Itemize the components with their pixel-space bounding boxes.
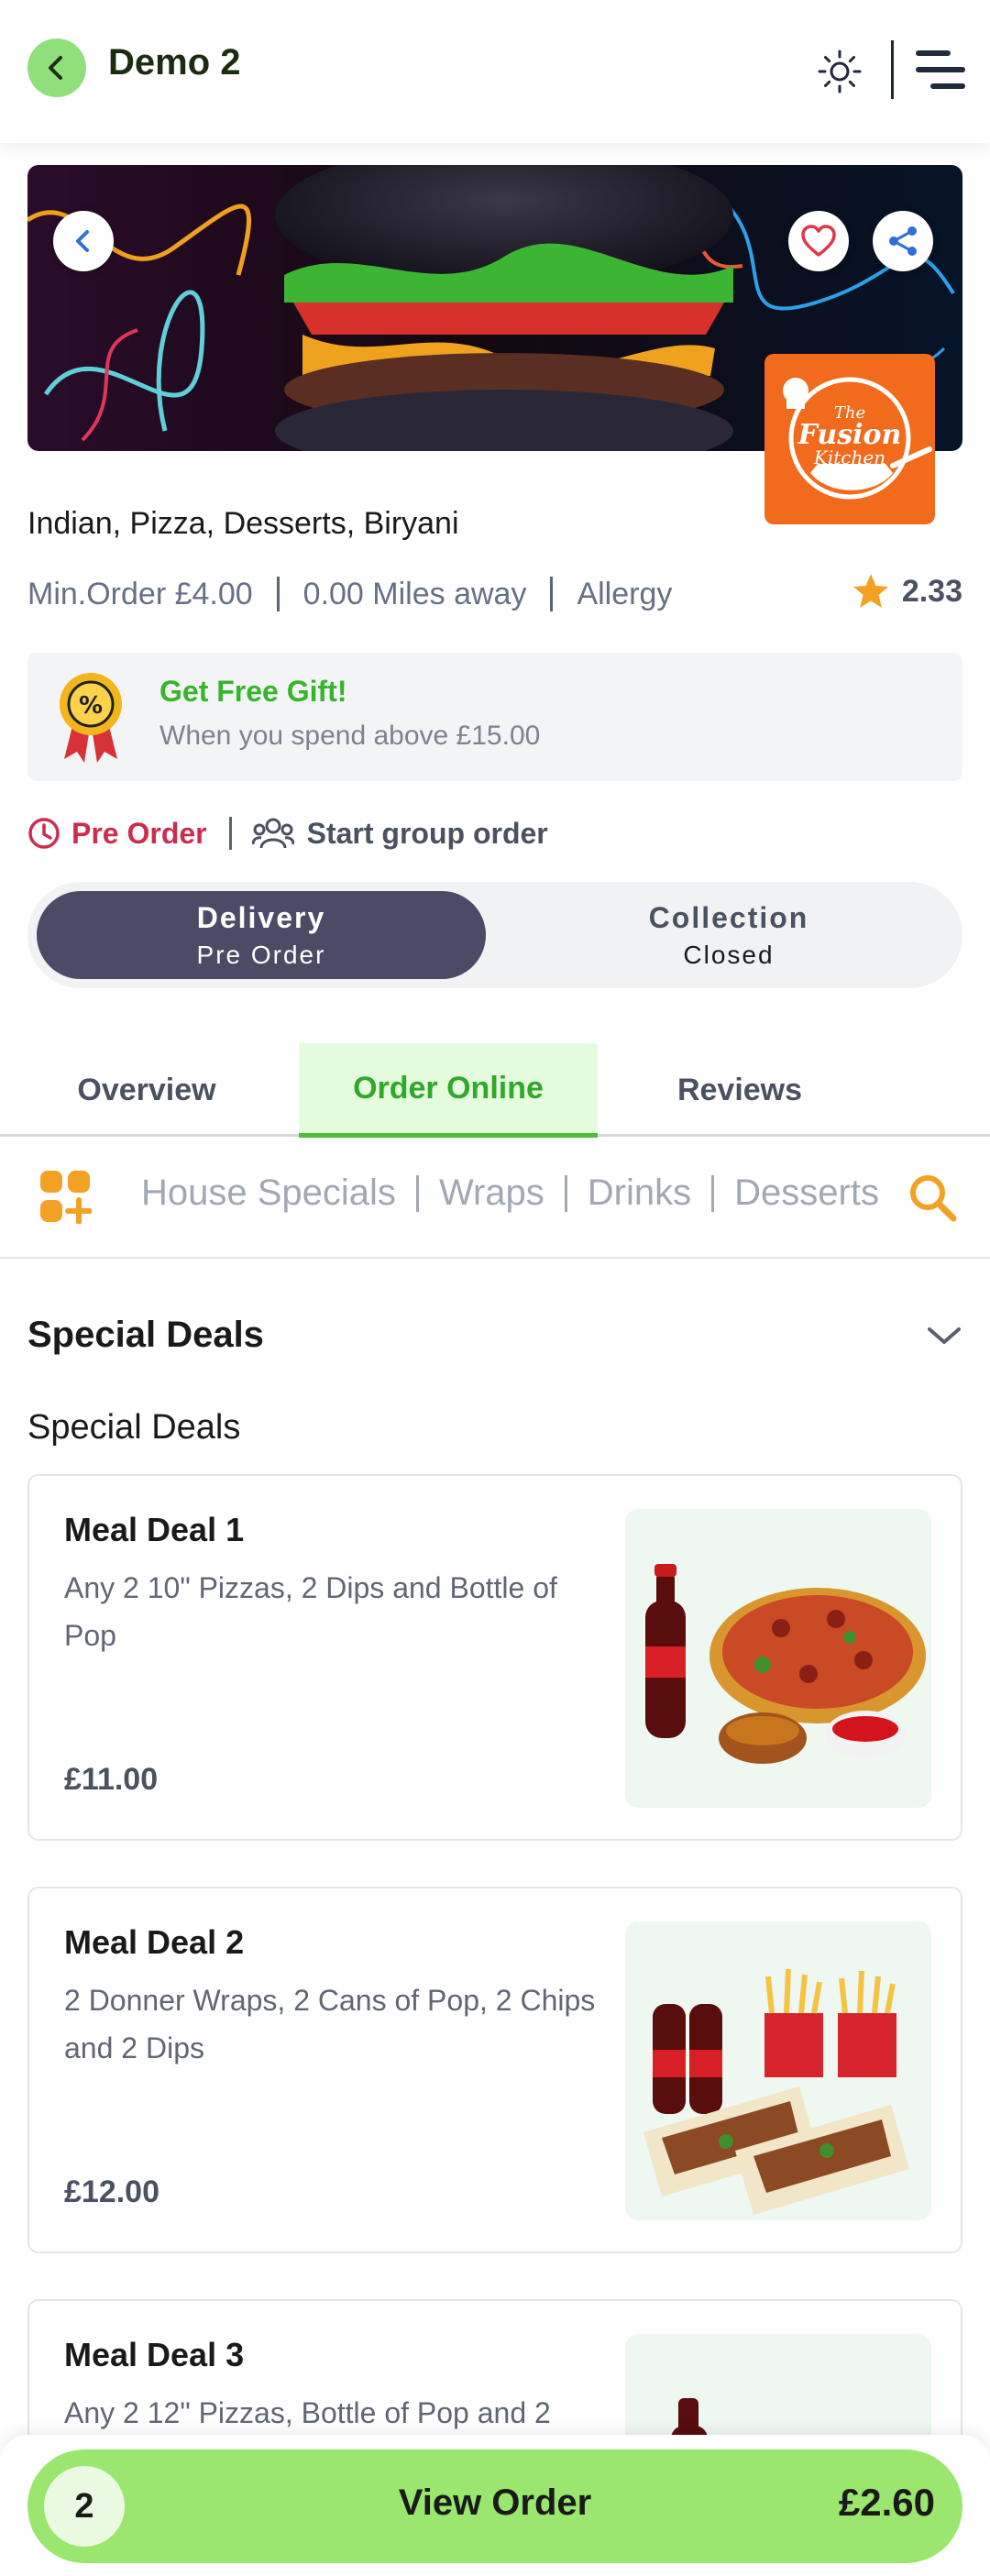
collection-status: Closed <box>683 940 775 969</box>
order-total: £2.60 <box>838 2481 935 2524</box>
menu-item-card[interactable]: Meal Deal 1 Any 2 10" Pizzas, 2 Dips and… <box>28 1474 962 1841</box>
delivery-label: Delivery <box>196 900 326 934</box>
chevron-down-icon[interactable] <box>924 1322 964 1349</box>
view-order-button[interactable]: 2 View Order £2.60 <box>28 2449 962 2563</box>
item-price: £11.00 <box>64 1762 159 1797</box>
rating[interactable]: 2.33 <box>851 572 962 611</box>
collection-option[interactable]: Collection Closed <box>504 891 953 979</box>
svg-text:Kitchen: Kitchen <box>813 446 886 468</box>
item-name: Meal Deal 1 <box>64 1511 245 1548</box>
clock-icon <box>28 818 60 849</box>
heart-icon <box>801 225 836 257</box>
item-name: Meal Deal 2 <box>64 1923 245 1961</box>
app-header: Demo 2 <box>0 0 990 143</box>
divider <box>228 817 232 850</box>
delivery-status: Pre Order <box>196 940 326 969</box>
distance: 0.00 Miles away <box>302 576 527 611</box>
item-image <box>625 1509 931 1808</box>
item-image <box>625 1921 931 2220</box>
restaurant-logo: The Fusion Kitchen <box>764 354 935 524</box>
allergy-link[interactable]: Allergy <box>577 577 672 612</box>
banner-back-button[interactable] <box>53 211 114 271</box>
section-title: Special Deals <box>28 1315 264 1355</box>
back-button[interactable] <box>28 39 86 97</box>
share-icon <box>889 226 917 256</box>
category-bar: House Specials Wraps Drinks Desserts <box>0 1139 990 1259</box>
tab-overview[interactable]: Overview <box>37 1043 257 1137</box>
tab-reviews[interactable]: Reviews <box>642 1043 838 1137</box>
item-description: Any 2 10" Pizzas, 2 Dips and Bottle of P… <box>64 1571 557 1652</box>
delivery-option[interactable]: Delivery Pre Order <box>37 891 486 979</box>
fusion-kitchen-logo: The Fusion Kitchen <box>783 377 932 500</box>
star-icon <box>852 574 888 608</box>
view-order-label: View Order <box>398 2482 592 2523</box>
tab-order-online[interactable]: Order Online <box>299 1043 598 1138</box>
chevron-left-icon <box>76 230 89 252</box>
restaurant-info-row: Min.Order £4.00 0.00 Miles away Allergy … <box>28 572 962 616</box>
divider <box>564 1174 567 1212</box>
tab-bar: Overview Order Online Reviews <box>0 1043 990 1138</box>
offer-subtitle: When you spend above £15.00 <box>160 721 541 751</box>
divider <box>415 1174 419 1212</box>
item-price: £12.00 <box>64 2174 160 2209</box>
divider <box>550 577 554 611</box>
pre-order-link[interactable]: Pre Order <box>72 817 207 851</box>
category-desserts[interactable]: Desserts <box>734 1172 879 1214</box>
free-gift-banner: % Get Free Gift! When you spend above £1… <box>28 653 962 781</box>
divider <box>276 577 280 611</box>
wrap-deal-image <box>644 1968 909 2215</box>
pizza-deal-image <box>645 1564 926 1764</box>
page-title: Demo 2 <box>108 42 241 83</box>
offer-title: Get Free Gift! <box>160 675 347 708</box>
favourite-button[interactable] <box>788 211 849 271</box>
header-divider <box>891 40 894 99</box>
item-name: Meal Deal 3 <box>64 2336 245 2373</box>
collection-label: Collection <box>648 900 809 934</box>
item-description: Any 2 12" Pizzas, Bottle of Pop and 2 <box>64 2396 551 2429</box>
category-house-specials[interactable]: House Specials <box>141 1172 396 1214</box>
category-wraps[interactable]: Wraps <box>439 1172 544 1214</box>
chevron-left-icon <box>49 56 62 80</box>
rating-value: 2.33 <box>901 573 962 609</box>
start-group-order-link[interactable]: Start group order <box>307 817 548 851</box>
item-description: 2 Donner Wraps, 2 Cans of Pop, 2 Chips a… <box>64 1984 596 2064</box>
badge-icon: % <box>60 673 122 763</box>
group-icon <box>251 818 294 849</box>
order-bar: 2 View Order £2.60 <box>0 2435 990 2576</box>
cuisine-list: Indian, Pizza, Desserts, Biryani <box>28 506 459 541</box>
categories-grid-icon[interactable] <box>38 1169 92 1224</box>
menu-icon[interactable] <box>915 46 966 94</box>
theme-toggle-sun-icon[interactable] <box>816 48 864 95</box>
min-order: Min.Order £4.00 <box>28 576 253 611</box>
divider <box>711 1174 715 1212</box>
delivery-mode-toggle: Delivery Pre Order Collection Closed <box>28 882 962 988</box>
menu-item-card[interactable]: Meal Deal 2 2 Donner Wraps, 2 Cans of Po… <box>28 1887 962 2253</box>
category-drinks[interactable]: Drinks <box>588 1172 691 1214</box>
search-icon[interactable] <box>908 1172 959 1224</box>
order-options-row: Pre Order Start group order <box>28 810 548 856</box>
share-button[interactable] <box>873 211 933 271</box>
svg-text:%: % <box>79 692 103 720</box>
category-list: House Specials Wraps Drinks Desserts <box>141 1172 879 1214</box>
section-subtitle: Special Deals <box>28 1408 241 1447</box>
